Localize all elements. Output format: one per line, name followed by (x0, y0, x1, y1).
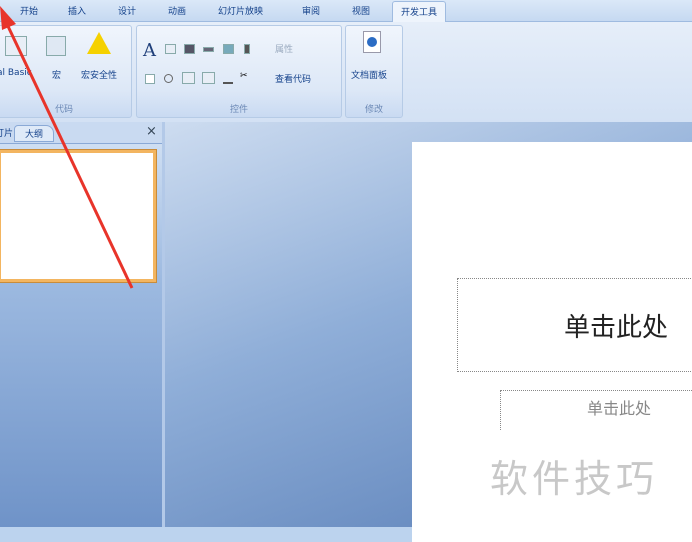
arrow-shaft (4, 21, 134, 289)
arrow-head (0, 6, 16, 30)
red-arrow-annotation (0, 6, 134, 289)
